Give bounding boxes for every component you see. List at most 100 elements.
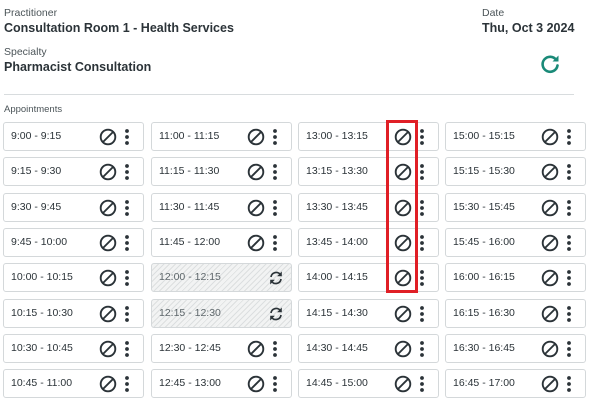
more-options-icon[interactable] [123, 233, 131, 253]
time-slot[interactable]: 10:15 - 10:30 [3, 299, 144, 328]
more-options-icon[interactable] [271, 339, 279, 359]
more-options-icon[interactable] [123, 198, 131, 218]
time-slot[interactable]: 15:30 - 15:45 [445, 193, 586, 222]
more-options-icon[interactable] [123, 374, 131, 394]
time-slot[interactable]: 14:30 - 14:45 [298, 334, 439, 363]
block-slot-icon[interactable] [394, 375, 412, 393]
time-slot[interactable]: 14:00 - 14:15 [298, 263, 439, 292]
block-slot-icon[interactable] [247, 163, 265, 181]
time-slot[interactable]: 10:30 - 10:45 [3, 334, 144, 363]
block-slot-icon[interactable] [247, 199, 265, 217]
block-slot-icon[interactable] [394, 128, 412, 146]
block-slot-icon[interactable] [99, 269, 117, 287]
more-options-icon[interactable] [418, 268, 426, 288]
time-slot[interactable]: 10:45 - 11:00 [3, 369, 144, 398]
time-slot[interactable]: 11:15 - 11:30 [151, 157, 292, 186]
booked-slot[interactable]: 12:00 - 12:15 [151, 263, 292, 292]
time-slot[interactable]: 9:30 - 9:45 [3, 193, 144, 222]
slot-time: 10:45 - 11:00 [11, 377, 73, 389]
time-slot[interactable]: 15:15 - 15:30 [445, 157, 586, 186]
booked-slot[interactable]: 12:15 - 12:30 [151, 299, 292, 328]
more-options-icon[interactable] [271, 374, 279, 394]
time-slot[interactable]: 14:45 - 15:00 [298, 369, 439, 398]
block-slot-icon[interactable] [394, 340, 412, 358]
more-options-icon[interactable] [271, 127, 279, 147]
time-slot[interactable]: 12:30 - 12:45 [151, 334, 292, 363]
more-options-icon[interactable] [565, 198, 573, 218]
time-slot[interactable]: 16:30 - 16:45 [445, 334, 586, 363]
time-slot[interactable]: 11:30 - 11:45 [151, 193, 292, 222]
block-slot-icon[interactable] [247, 234, 265, 252]
sync-icon[interactable] [267, 305, 285, 323]
block-slot-icon[interactable] [99, 340, 117, 358]
block-slot-icon[interactable] [541, 128, 559, 146]
more-options-icon[interactable] [565, 304, 573, 324]
time-slot[interactable]: 15:45 - 16:00 [445, 228, 586, 257]
block-slot-icon[interactable] [247, 128, 265, 146]
time-slot[interactable]: 9:15 - 9:30 [3, 157, 144, 186]
more-options-icon[interactable] [271, 162, 279, 182]
more-options-icon[interactable] [565, 162, 573, 182]
more-options-icon[interactable] [123, 268, 131, 288]
time-slot[interactable]: 13:15 - 13:30 [298, 157, 439, 186]
block-slot-icon[interactable] [394, 163, 412, 181]
time-slot[interactable]: 10:00 - 10:15 [3, 263, 144, 292]
more-options-icon[interactable] [565, 339, 573, 359]
time-slot[interactable]: 12:45 - 13:00 [151, 369, 292, 398]
more-options-icon[interactable] [565, 127, 573, 147]
block-slot-icon[interactable] [99, 234, 117, 252]
more-options-icon[interactable] [123, 304, 131, 324]
more-options-icon[interactable] [271, 198, 279, 218]
more-options-icon[interactable] [565, 268, 573, 288]
more-options-icon[interactable] [418, 127, 426, 147]
more-options-icon[interactable] [565, 233, 573, 253]
block-slot-icon[interactable] [99, 375, 117, 393]
time-slot[interactable]: 15:00 - 15:15 [445, 122, 586, 151]
block-slot-icon[interactable] [99, 163, 117, 181]
more-options-icon[interactable] [418, 339, 426, 359]
more-options-icon[interactable] [123, 339, 131, 359]
specialty-field: Specialty Pharmacist Consultation [4, 46, 151, 75]
block-slot-icon[interactable] [394, 199, 412, 217]
more-options-icon[interactable] [418, 304, 426, 324]
slot-time: 9:15 - 9:30 [11, 165, 62, 177]
time-slot[interactable]: 13:00 - 13:15 [298, 122, 439, 151]
slot-time: 13:45 - 14:00 [306, 236, 368, 248]
block-slot-icon[interactable] [394, 269, 412, 287]
more-options-icon[interactable] [271, 233, 279, 253]
time-slot[interactable]: 9:00 - 9:15 [3, 122, 144, 151]
more-options-icon[interactable] [418, 162, 426, 182]
block-slot-icon[interactable] [541, 305, 559, 323]
refresh-icon[interactable] [538, 52, 562, 76]
block-slot-icon[interactable] [541, 269, 559, 287]
block-slot-icon[interactable] [394, 305, 412, 323]
block-slot-icon[interactable] [394, 234, 412, 252]
time-slot[interactable]: 14:15 - 14:30 [298, 299, 439, 328]
more-options-icon[interactable] [418, 233, 426, 253]
time-slot[interactable]: 16:15 - 16:30 [445, 299, 586, 328]
more-options-icon[interactable] [123, 162, 131, 182]
block-slot-icon[interactable] [541, 163, 559, 181]
block-slot-icon[interactable] [99, 128, 117, 146]
time-slot[interactable]: 16:45 - 17:00 [445, 369, 586, 398]
more-options-icon[interactable] [418, 198, 426, 218]
sync-icon[interactable] [267, 269, 285, 287]
slot-time: 13:00 - 13:15 [306, 130, 368, 142]
block-slot-icon[interactable] [99, 199, 117, 217]
time-slot[interactable]: 11:00 - 11:15 [151, 122, 292, 151]
time-slot[interactable]: 16:00 - 16:15 [445, 263, 586, 292]
time-slot[interactable]: 13:30 - 13:45 [298, 193, 439, 222]
time-slot[interactable]: 13:45 - 14:00 [298, 228, 439, 257]
block-slot-icon[interactable] [541, 234, 559, 252]
time-slot[interactable]: 11:45 - 12:00 [151, 228, 292, 257]
block-slot-icon[interactable] [247, 375, 265, 393]
block-slot-icon[interactable] [541, 375, 559, 393]
block-slot-icon[interactable] [99, 305, 117, 323]
block-slot-icon[interactable] [541, 199, 559, 217]
time-slot[interactable]: 9:45 - 10:00 [3, 228, 144, 257]
block-slot-icon[interactable] [247, 340, 265, 358]
more-options-icon[interactable] [123, 127, 131, 147]
block-slot-icon[interactable] [541, 340, 559, 358]
more-options-icon[interactable] [565, 374, 573, 394]
more-options-icon[interactable] [418, 374, 426, 394]
